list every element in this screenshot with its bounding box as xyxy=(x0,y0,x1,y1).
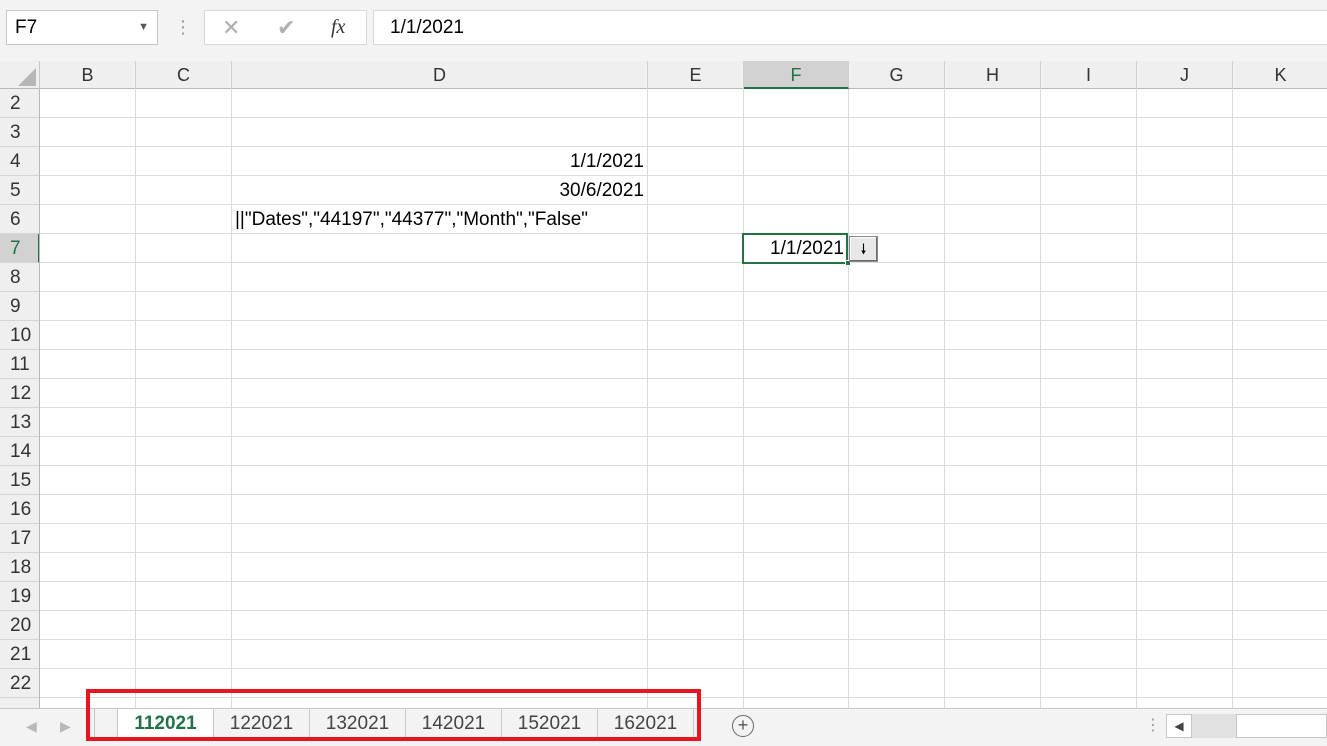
row-header-21[interactable]: 21 xyxy=(0,640,39,669)
column-header-d[interactable]: D xyxy=(232,61,648,89)
row-header-18[interactable]: 18 xyxy=(0,553,39,582)
row-header-9[interactable]: 9 xyxy=(0,292,39,321)
row-header-8[interactable]: 8 xyxy=(0,263,39,292)
column-header-h[interactable]: H xyxy=(945,61,1041,89)
row-header-15[interactable]: 15 xyxy=(0,466,39,495)
scroll-left-icon[interactable]: ◀ xyxy=(1166,714,1192,738)
column-header-j[interactable]: J xyxy=(1137,61,1233,89)
formula-bar-area: F7 ▼ ⋮ ✕ ✔ fx 1/1/2021 xyxy=(0,0,1327,61)
row-header-3[interactable]: 3 xyxy=(0,118,39,147)
row-header-2[interactable]: 2 xyxy=(0,89,39,118)
name-box[interactable]: F7 ▼ xyxy=(6,10,158,45)
cell-grid[interactable]: 1/1/2021 30/6/2021 ||"Dates","44197","44… xyxy=(40,89,1327,709)
row-header-19[interactable]: 19 xyxy=(0,582,39,611)
more-options-icon: ⋮ xyxy=(174,17,192,37)
cell-d5[interactable]: 30/6/2021 xyxy=(232,176,644,205)
row-header-7[interactable]: 7 xyxy=(0,234,39,263)
scroll-tabs-right-icon[interactable]: ▶ xyxy=(60,714,71,738)
cell-d4[interactable]: 1/1/2021 xyxy=(232,147,644,176)
row-header-17[interactable]: 17 xyxy=(0,524,39,553)
formula-input[interactable]: 1/1/2021 xyxy=(373,10,1327,45)
column-header-f[interactable]: F xyxy=(744,61,849,89)
name-box-value: F7 xyxy=(15,17,38,38)
highlight-box xyxy=(86,689,701,741)
horizontal-scrollbar-thumb[interactable] xyxy=(1236,714,1327,738)
scroll-tabs-left-icon[interactable]: ◀ xyxy=(26,714,37,738)
row-header-16[interactable]: 16 xyxy=(0,495,39,524)
column-header-b[interactable]: B xyxy=(40,61,136,89)
row-header-20[interactable]: 20 xyxy=(0,611,39,640)
column-header-k[interactable]: K xyxy=(1233,61,1327,89)
row-header-11[interactable]: 11 xyxy=(0,350,39,379)
select-all-button[interactable] xyxy=(0,61,40,89)
more-options-icon[interactable]: ⋮ xyxy=(1145,714,1161,738)
chevron-down-icon[interactable]: ▼ xyxy=(138,11,149,44)
formula-actions: ✕ ✔ fx xyxy=(204,10,367,45)
row-header-12[interactable]: 12 xyxy=(0,379,39,408)
row-header-column: 2 3 4 5 6 7 8 9 10 11 12 13 14 15 16 17 … xyxy=(0,89,40,709)
horizontal-scroll-track[interactable] xyxy=(1192,714,1236,738)
column-header-i[interactable]: I xyxy=(1041,61,1137,89)
row-header-4[interactable]: 4 xyxy=(0,147,39,176)
selected-cell-f7[interactable]: 1/1/2021 xyxy=(742,233,848,264)
row-header-13[interactable]: 13 xyxy=(0,408,39,437)
dropdown-arrow-icon[interactable]: 🠗 xyxy=(849,236,878,262)
cell-d6[interactable]: ||"Dates","44197","44377","Month","False… xyxy=(235,205,655,234)
column-header-e[interactable]: E xyxy=(648,61,744,89)
row-header-14[interactable]: 14 xyxy=(0,437,39,466)
row-header-6[interactable]: 6 xyxy=(0,205,39,234)
add-sheet-icon[interactable]: + xyxy=(732,715,754,737)
row-header-22[interactable]: 22 xyxy=(0,669,39,698)
column-header-row: B C D E F G H I J K xyxy=(0,61,1327,89)
cancel-icon[interactable]: ✕ xyxy=(222,11,240,44)
column-header-c[interactable]: C xyxy=(136,61,232,89)
row-header-10[interactable]: 10 xyxy=(0,321,39,350)
column-header-g[interactable]: G xyxy=(849,61,945,89)
row-header-5[interactable]: 5 xyxy=(0,176,39,205)
insert-function-icon[interactable]: fx xyxy=(331,11,345,44)
enter-check-icon[interactable]: ✔ xyxy=(277,11,295,44)
